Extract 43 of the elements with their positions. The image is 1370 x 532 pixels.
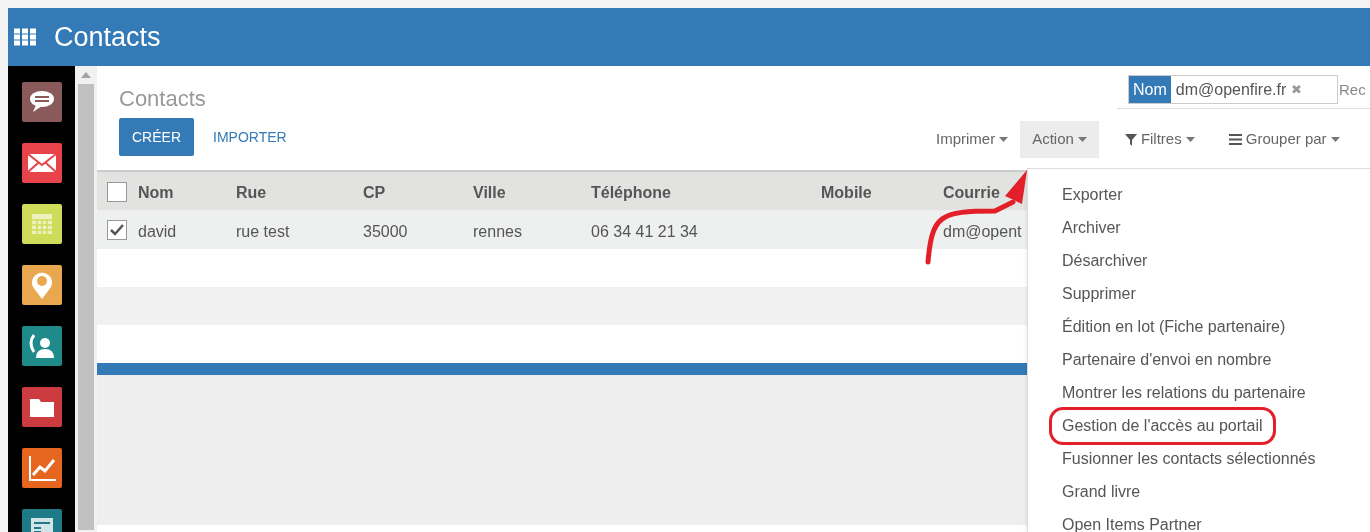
- table-cell-text: david: [138, 222, 177, 242]
- app-title: Contacts: [54, 20, 161, 54]
- table-cell-text: rennes: [473, 222, 522, 242]
- toolbar-dropdown[interactable]: Action: [1020, 121, 1099, 158]
- create-button[interactable]: CRÉER: [119, 118, 194, 156]
- checkbox[interactable]: [107, 220, 127, 240]
- column-header[interactable]: Nom: [138, 181, 174, 205]
- table-cell-text: 06 34 41 21 34: [591, 222, 698, 242]
- search-field[interactable]: Nom dm@openfire.fr ✖: [1128, 75, 1338, 104]
- folder-app-icon[interactable]: [21, 387, 62, 427]
- column-header[interactable]: Courrie: [943, 181, 1000, 205]
- caret-icon: [1077, 137, 1087, 142]
- caret-icon: [1330, 137, 1340, 142]
- menu-item[interactable]: Gestion de l'accès au portail: [1049, 406, 1276, 445]
- toolbar-dropdown[interactable]: Filtres: [1112, 121, 1207, 158]
- facet-value: dm@openfire.fr: [1174, 79, 1288, 100]
- caret-icon: [999, 137, 1009, 142]
- chat-app-icon[interactable]: [21, 82, 62, 122]
- breadcrumb: Contacts: [119, 85, 206, 113]
- search-input[interactable]: Rec: [1339, 78, 1368, 102]
- toolbar-dropdown[interactable]: Imprimer: [924, 121, 1021, 158]
- filter-icon: [1124, 133, 1137, 146]
- table-cell-text: dm@opent: [943, 222, 1022, 242]
- import-button[interactable]: IMPORTER: [205, 118, 295, 156]
- calendar-app-icon[interactable]: [21, 204, 62, 244]
- table-cell-text: 35000: [363, 222, 408, 242]
- mail-app-icon[interactable]: [21, 143, 62, 183]
- column-header[interactable]: Rue: [236, 181, 267, 205]
- checkbox[interactable]: [107, 182, 127, 202]
- phone-app-icon[interactable]: [21, 326, 62, 366]
- apps-menu-icon[interactable]: [14, 28, 36, 46]
- column-header[interactable]: Téléphone: [591, 181, 671, 205]
- table-cell-text: rue test: [236, 222, 290, 242]
- toolbar-dropdown[interactable]: Grouper par: [1216, 121, 1352, 158]
- column-header[interactable]: Ville: [473, 181, 506, 205]
- column-header[interactable]: CP: [363, 181, 386, 205]
- pin-app-icon[interactable]: [21, 265, 62, 305]
- list-icon: [1228, 134, 1242, 145]
- search-facet: Nom: [1129, 76, 1171, 103]
- column-header[interactable]: Mobile: [821, 181, 872, 205]
- caret-icon: [1185, 137, 1195, 142]
- chart-app-icon[interactable]: [21, 448, 62, 488]
- scrollbar-thumb[interactable]: [78, 84, 94, 530]
